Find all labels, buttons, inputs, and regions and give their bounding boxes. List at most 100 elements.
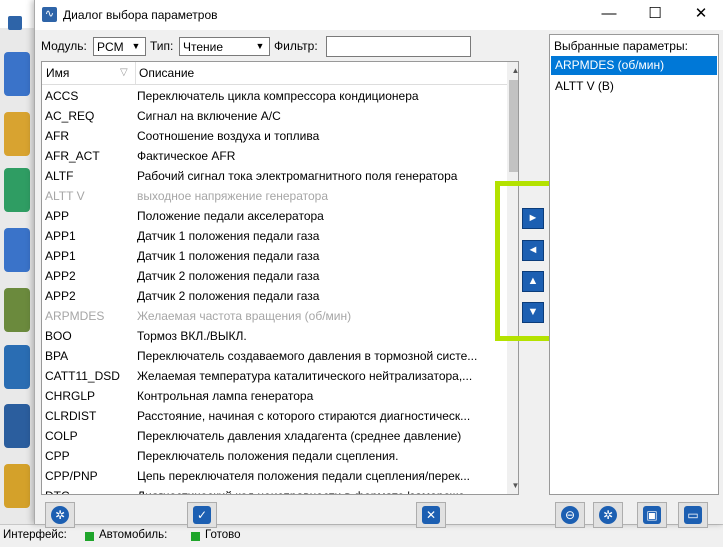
parameter-name: ACCS (45, 89, 79, 103)
gear-icon[interactable] (4, 404, 30, 448)
table-row[interactable]: CPP/PNP Цепь переключателя положения педа… (42, 466, 502, 486)
status-car-indicator (191, 532, 200, 541)
scroll-thumb[interactable] (509, 80, 518, 172)
parameter-description: Соотношение воздуха и топлива (137, 129, 320, 143)
save-button[interactable]: ▣ (637, 502, 667, 528)
car-icon[interactable] (4, 52, 30, 96)
parameter-name: CHRGLP (45, 389, 96, 403)
status-ready-label: Готово (205, 529, 241, 541)
oscilloscope-icon[interactable] (4, 168, 30, 212)
parameter-description: Датчик 2 положения педали газа (137, 289, 320, 303)
help-icon[interactable] (4, 464, 30, 508)
move-down-button[interactable]: ▼ (522, 302, 544, 323)
selected-item[interactable]: ALTT V (В) (551, 77, 717, 96)
parameter-name: AFR_ACT (45, 149, 100, 163)
parameter-name: APP2 (45, 269, 76, 283)
remove-parameter-button[interactable]: ◄ (522, 240, 544, 261)
scroll-up-arrow-icon[interactable]: ▲ (507, 62, 518, 79)
parameter-name: AFR (45, 129, 69, 143)
table-row[interactable]: AFR_ACT Фактическое AFR (42, 146, 502, 166)
column-header-description[interactable]: Описание (139, 66, 194, 80)
table-row[interactable]: AC_REQ Сигнал на включение A/C (42, 106, 502, 126)
list-rows: ACCS Переключатель цикла компрессора конд… (42, 86, 502, 494)
table-row[interactable]: ARPMDES Желаемая частота вращения (об/мин… (42, 306, 502, 326)
maximize-button[interactable]: ☐ (632, 0, 678, 30)
parameter-description: Диагностический код неисправности в форм… (137, 486, 499, 494)
parameter-name: ARPMDES (45, 309, 105, 323)
folder-icon: ▭ (684, 506, 702, 524)
parameter-name: CPP (45, 449, 70, 463)
table-row[interactable]: APP2 Датчик 2 положения педали газа (42, 266, 502, 286)
parameter-name: APP2 (45, 289, 76, 303)
delete-button[interactable]: ⊖ (555, 502, 585, 528)
column-header-name[interactable]: Имя (46, 66, 69, 80)
table-row[interactable]: ALTF Рабочий сигнал тока электромагнитног… (42, 166, 502, 186)
filter-input[interactable] (326, 36, 471, 57)
table-row[interactable]: APP2 Датчик 2 положения педали газа (42, 286, 502, 306)
table-row[interactable]: BPA Переключатель создаваемого давления в… (42, 346, 502, 366)
save-icon: ▣ (643, 506, 661, 524)
list-header: Имя ▽ Описание (42, 62, 518, 85)
checkmark-icon: ✓ (193, 506, 211, 524)
diagnostic-icon[interactable] (4, 112, 30, 156)
checklist-icon[interactable] (4, 228, 30, 272)
table-row[interactable]: DTC Диагностический код неисправности в ф… (42, 486, 502, 494)
settings-button[interactable]: ✲ (45, 502, 75, 528)
table-row[interactable]: CATT11_DSD Желаемая температура каталитич… (42, 366, 502, 386)
column-divider[interactable] (135, 62, 136, 84)
table-row[interactable]: APP Положение педали акселератора (42, 206, 502, 226)
parameter-description: Датчик 1 положения педали газа (137, 229, 320, 243)
parameter-name: APP1 (45, 249, 76, 263)
parameter-name: APP1 (45, 229, 76, 243)
type-label: Тип: (150, 39, 174, 53)
table-row[interactable]: COLP Переключатель давления хладагента (с… (42, 426, 502, 446)
close-button[interactable]: ✕ (678, 0, 723, 30)
chip-icon[interactable] (4, 345, 30, 389)
selected-parameters-panel[interactable]: Выбранные параметры: ARPMDES (об/мин) AL… (549, 34, 719, 495)
status-interface-label: Интерфейс: (3, 529, 67, 541)
parameter-description: выходное напряжение генератора (137, 189, 329, 203)
status-interface-indicator (85, 532, 94, 541)
table-row[interactable]: APP1 Датчик 1 положения педали газа (42, 246, 502, 266)
table-row[interactable]: APP1 Датчик 1 положения педали газа (42, 226, 502, 246)
parameter-description: Положение педали акселератора (137, 209, 324, 223)
move-up-button[interactable]: ▲ (522, 271, 544, 292)
ok-button[interactable]: ✓ (187, 502, 217, 528)
module-select[interactable]: PCM ▼ (93, 37, 146, 56)
parameter-description: Переключатель создаваемого давления в то… (137, 349, 478, 363)
selected-parameters-header: Выбранные параметры: (554, 39, 688, 53)
parameter-description: Датчик 2 положения педали газа (137, 269, 320, 283)
parameter-description: Цепь переключателя положения педали сцеп… (137, 469, 470, 483)
parameter-name: CPP/PNP (45, 469, 98, 483)
table-row[interactable]: CPP Переключатель положения педали сцепле… (42, 446, 502, 466)
cancel-button[interactable]: ✕ (416, 502, 446, 528)
status-car-label: Автомобиль: (99, 529, 168, 541)
table-row[interactable]: BOO Тормоз ВКЛ./ВЫКЛ. (42, 326, 502, 346)
parameter-name: BOO (45, 329, 72, 343)
wrench-icon[interactable] (4, 288, 30, 332)
parameters-list[interactable]: Имя ▽ Описание ACCS Переключатель цикла к… (41, 61, 519, 495)
app-logo-icon (8, 16, 22, 30)
chevron-down-icon: ▼ (255, 41, 265, 51)
parameter-description: Тормоз ВКЛ./ВЫКЛ. (137, 329, 247, 343)
parameter-description: Расстояние, начиная с которого стираются… (137, 409, 471, 423)
minimize-button[interactable]: — (586, 0, 632, 30)
table-row[interactable]: ALTT V выходное напряжение генератора (42, 186, 502, 206)
dialog-app-icon: ∿ (42, 7, 57, 22)
scroll-down-arrow-icon[interactable]: ▼ (507, 477, 518, 494)
module-select-value: PCM (97, 40, 124, 54)
open-folder-button[interactable]: ▭ (678, 502, 708, 528)
table-row[interactable]: CHRGLP Контрольная лампа генератора (42, 386, 502, 406)
table-row[interactable]: ACCS Переключатель цикла компрессора конд… (42, 86, 502, 106)
parameter-description: Переключатель давления хладагента (средн… (137, 429, 462, 443)
parameter-description: Рабочий сигнал тока электромагнитного по… (137, 169, 458, 183)
table-row[interactable]: CLRDIST Расстояние, начиная с которого ст… (42, 406, 502, 426)
parameter-settings-button[interactable]: ✲ (593, 502, 623, 528)
add-parameter-button[interactable]: ► (522, 208, 544, 229)
parameter-description: Переключатель цикла компрессора кондицио… (137, 89, 419, 103)
table-row[interactable]: AFR Соотношение воздуха и топлива (42, 126, 502, 146)
parameter-name: COLP (45, 429, 78, 443)
dialog-title: Диалог выбора параметров (63, 8, 218, 22)
type-select[interactable]: Чтение ▼ (179, 37, 270, 56)
selected-item[interactable]: ARPMDES (об/мин) (551, 56, 717, 75)
